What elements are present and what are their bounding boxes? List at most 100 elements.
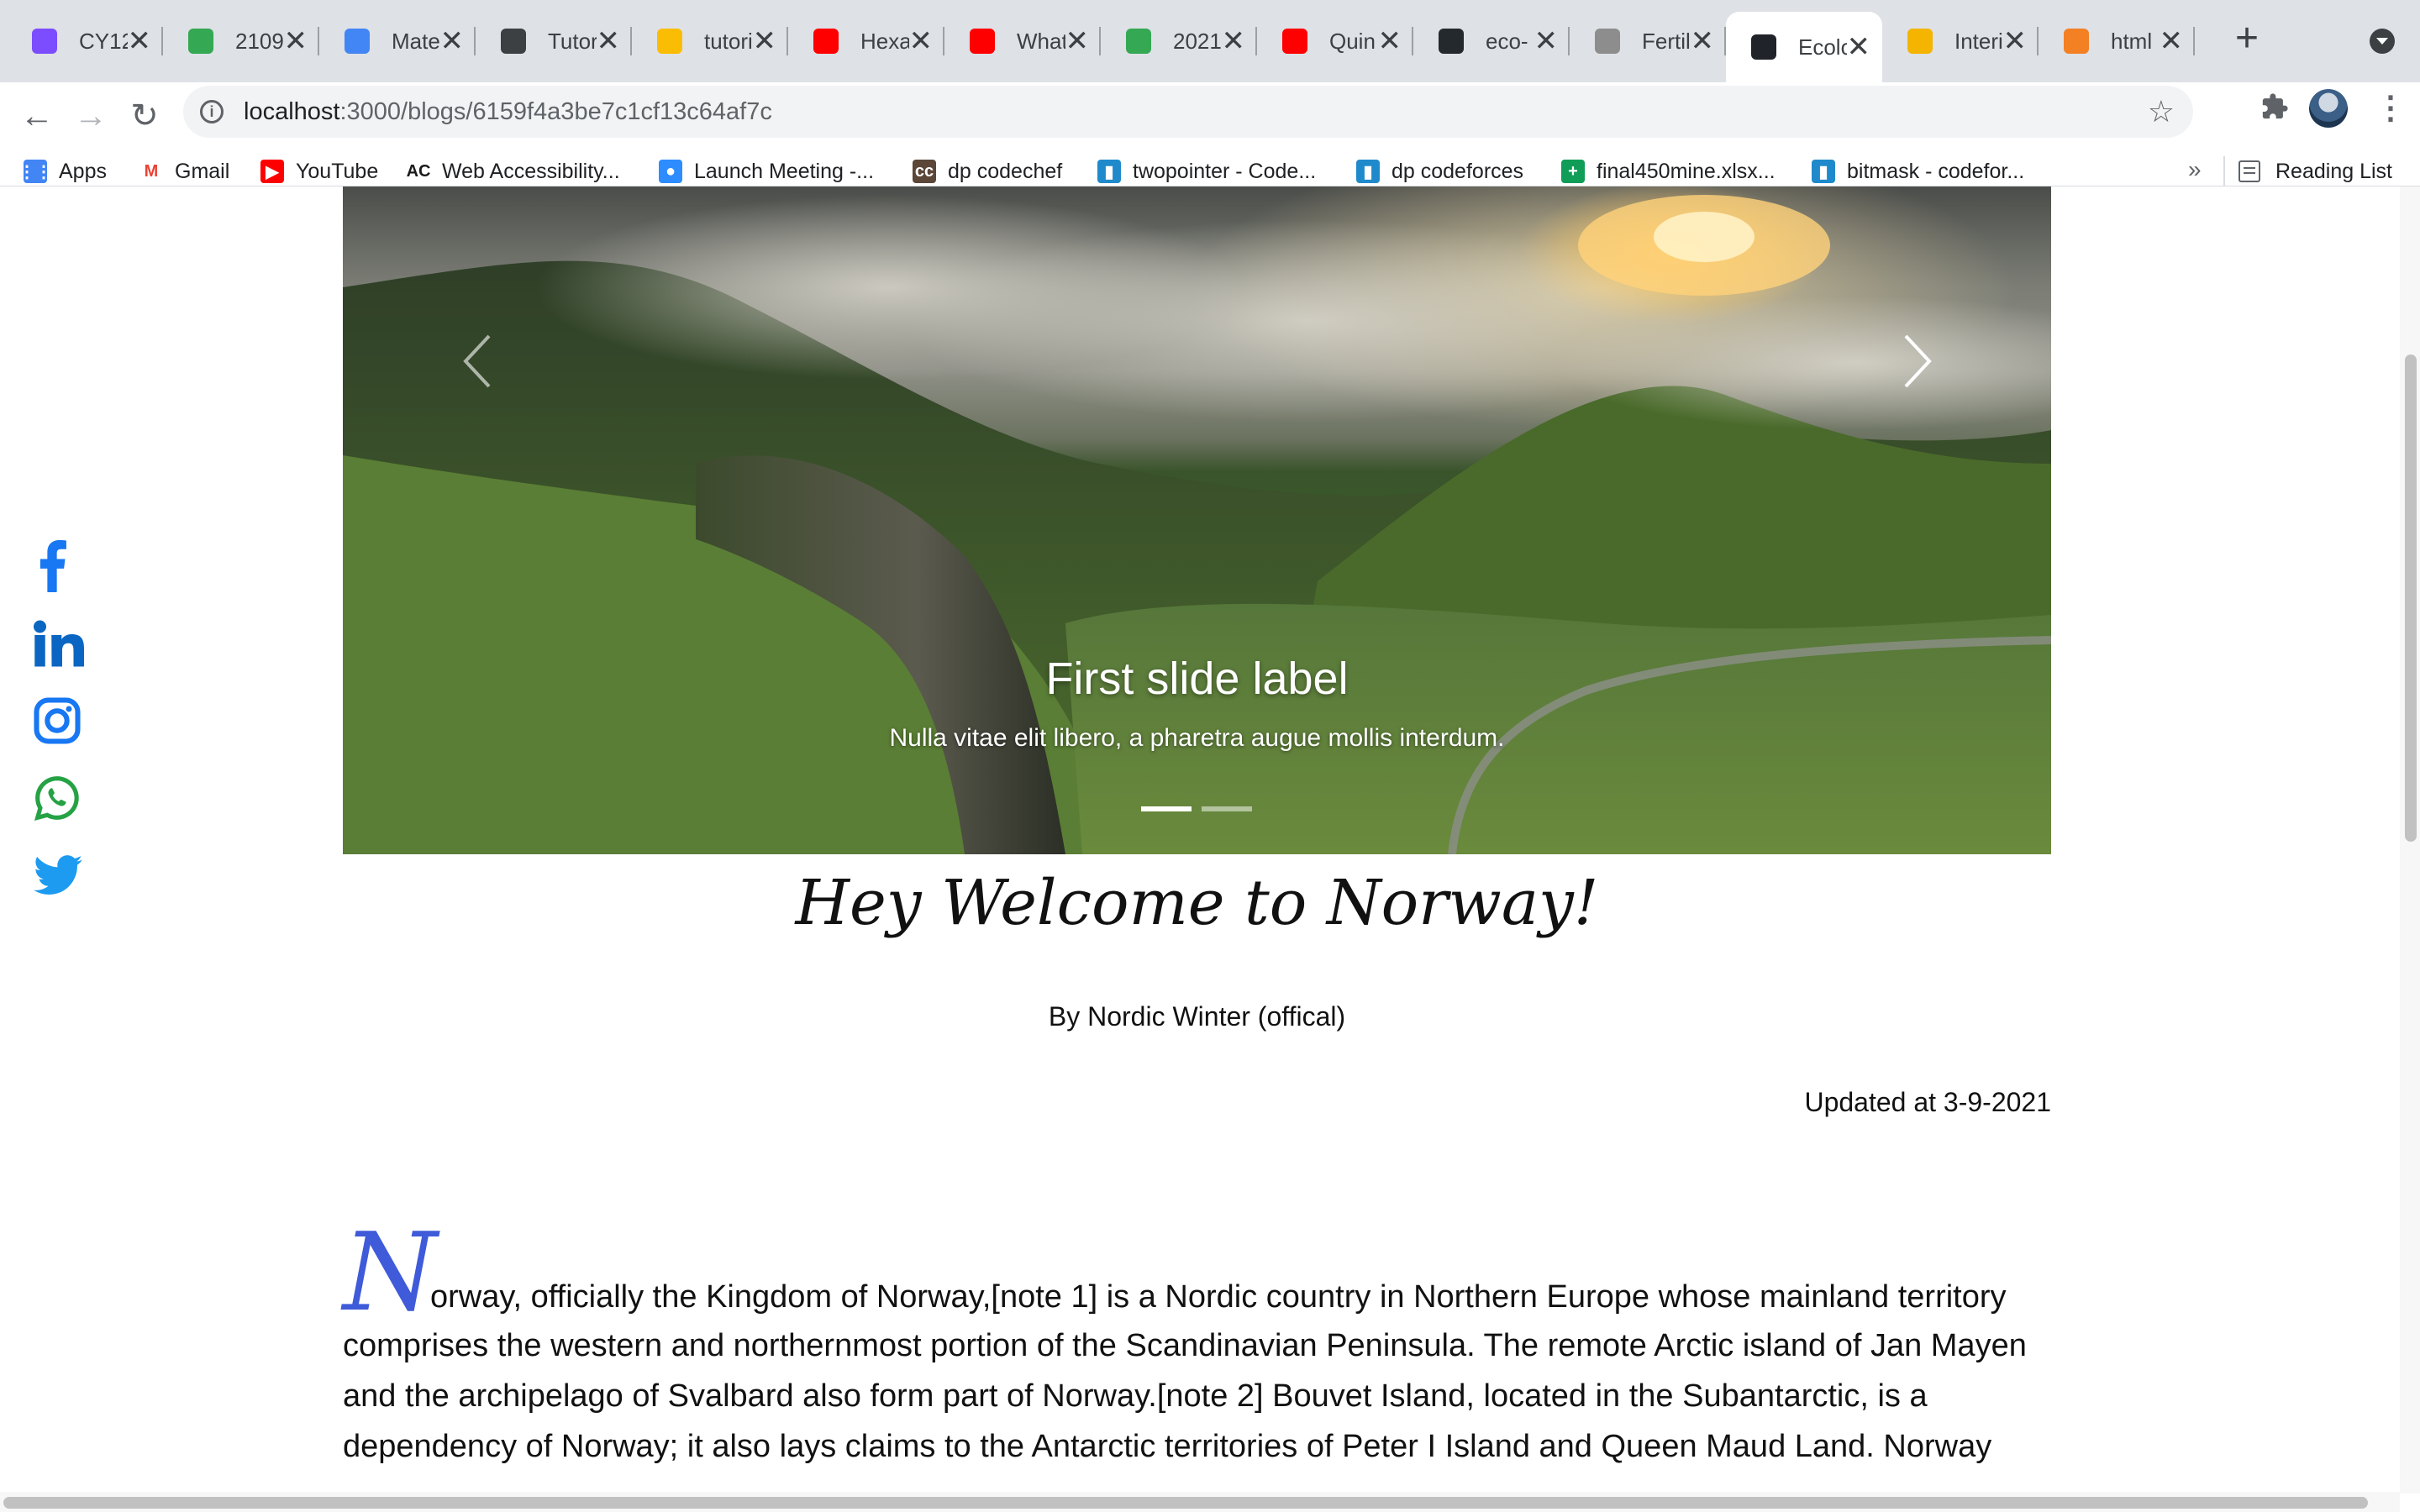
browser-tab[interactable]: html ✕ xyxy=(2039,12,2195,71)
profile-avatar[interactable] xyxy=(2309,89,2348,128)
tab-title: Quin xyxy=(1329,28,1376,54)
youtube-icon xyxy=(970,29,995,54)
vertical-scroll-thumb[interactable] xyxy=(2405,354,2417,842)
reload-icon[interactable]: ↻ xyxy=(119,99,170,133)
browser-menu-icon[interactable]: ⋮ xyxy=(2375,89,2407,127)
browser-tab[interactable]: 2109 ✕ xyxy=(163,12,319,71)
tab-title: Interi xyxy=(1954,28,2003,54)
codeforces-icon: ▮ xyxy=(1356,160,1380,183)
horizontal-scroll-thumb[interactable] xyxy=(3,1497,2368,1509)
browser-tab[interactable]: 2021 ✕ xyxy=(1101,12,1257,71)
stackoverflow-icon xyxy=(2064,29,2089,54)
tab-title: What xyxy=(1017,28,1065,54)
tab-close-icon[interactable]: ✕ xyxy=(2003,27,2028,55)
extensions-icon[interactable] xyxy=(2260,92,2289,129)
facebook-icon[interactable] xyxy=(34,528,92,605)
github-icon xyxy=(1439,29,1464,54)
bookmark-label: final450mine.xlsx... xyxy=(1597,159,1776,183)
tab-close-icon[interactable]: ✕ xyxy=(1691,27,1715,55)
browser-tab[interactable]: Tutor ✕ xyxy=(476,12,632,71)
carousel-indicator-2[interactable] xyxy=(1202,806,1252,811)
google-drive-icon xyxy=(188,29,213,54)
article-first-line: N orway, officially the Kingdom of Norwa… xyxy=(343,1220,2051,1327)
bookmark-label: dp codechef xyxy=(948,159,1063,183)
tab-close-icon[interactable]: ✕ xyxy=(128,27,152,55)
sheets-icon: + xyxy=(1561,160,1585,183)
youtube-icon xyxy=(813,29,839,54)
carousel-prev-button[interactable] xyxy=(452,319,502,403)
url-text[interactable]: localhost:3000/blogs/6159f4a3be7c1cf13c6… xyxy=(244,98,772,126)
browser-tab[interactable]: Fertil ✕ xyxy=(1570,12,1726,71)
globe-icon xyxy=(1595,29,1620,54)
tab-strip: + CY12✕2109✕Mate✕Tutor✕tutori✕Hexa✕What✕… xyxy=(0,0,2420,82)
article-first-line-text: orway, officially the Kingdom of Norway,… xyxy=(430,1279,2007,1315)
bookmark-label: Apps xyxy=(59,159,107,183)
browser-tab[interactable]: Quin ✕ xyxy=(1257,12,1413,71)
tab-close-icon[interactable]: ✕ xyxy=(2160,27,2184,55)
address-bar[interactable]: i localhost:3000/blogs/6159f4a3be7c1cf13… xyxy=(183,86,2193,138)
zoom-icon: ● xyxy=(659,160,682,183)
tab-title: 2021 xyxy=(1173,28,1222,54)
tab-search-icon[interactable] xyxy=(2370,29,2395,54)
tab-title: Fertil xyxy=(1642,28,1691,54)
forward-icon[interactable]: → xyxy=(66,99,116,133)
url-host: localhost xyxy=(244,97,340,125)
carousel-indicator-1[interactable] xyxy=(1141,806,1192,811)
instagram-icon[interactable] xyxy=(34,682,92,759)
author-byline: By Nordic Winter (offical) xyxy=(1048,1001,1346,1032)
page-viewport: First slide label Nulla vitae elit liber… xyxy=(0,186,2420,1512)
browser-tab[interactable]: CY12✕ xyxy=(7,12,163,71)
tab-close-icon[interactable]: ✕ xyxy=(597,27,621,55)
tab-title: Ecolo xyxy=(1798,34,1847,60)
vertical-scrollbar[interactable] xyxy=(2400,186,2420,1494)
new-tab-button[interactable]: + xyxy=(2235,18,2259,59)
back-icon[interactable]: ← xyxy=(12,99,62,133)
tab-close-icon[interactable]: ✕ xyxy=(1378,27,1402,55)
tab-close-icon[interactable]: ✕ xyxy=(753,27,777,55)
tab-close-icon[interactable]: ✕ xyxy=(1847,33,1871,61)
tab-close-icon[interactable]: ✕ xyxy=(284,27,308,55)
bookmark-label: twopointer - Code... xyxy=(1133,159,1317,183)
article-paragraph: comprises the western and northernmost p… xyxy=(343,1328,2027,1464)
linkedin-icon[interactable] xyxy=(34,605,92,682)
reading-list-label: Reading List xyxy=(2275,159,2392,183)
codeforces-icon: ▮ xyxy=(1812,160,1835,183)
site-info-icon[interactable]: i xyxy=(200,100,224,123)
updated-date: Updated at 3-9-2021 xyxy=(1804,1087,2051,1117)
more-bookmarks-icon[interactable]: » xyxy=(2188,156,2202,183)
tab-close-icon[interactable]: ✕ xyxy=(1065,27,1090,55)
bookmarks-divider xyxy=(2223,156,2225,186)
horizontal-scrollbar[interactable] xyxy=(0,1492,2400,1512)
tab-close-icon[interactable]: ✕ xyxy=(440,27,465,55)
carousel-next-button[interactable] xyxy=(1892,319,1943,403)
bookmark-label: Gmail xyxy=(175,159,230,183)
twitter-icon[interactable] xyxy=(34,837,92,914)
browser-tab[interactable]: Hexa ✕ xyxy=(788,12,944,71)
contact-card-icon xyxy=(501,29,526,54)
browser-tab[interactable]: Ecolo✕ xyxy=(1726,12,1882,82)
tab-title: html xyxy=(2111,28,2153,54)
youtube-icon xyxy=(1282,29,1307,54)
tab-title: tutori xyxy=(704,28,753,54)
gmail-icon: M xyxy=(144,161,159,181)
bookmark-label: Web Accessibility... xyxy=(442,159,620,183)
google-classroom-icon xyxy=(345,29,370,54)
tab-title: Tutor xyxy=(548,28,597,54)
tab-close-icon[interactable]: ✕ xyxy=(1534,27,1559,55)
browser-tab[interactable]: What ✕ xyxy=(944,12,1101,71)
slide-caption-title: First slide label xyxy=(1045,654,1349,704)
browser-tab[interactable]: Mate ✕ xyxy=(319,12,476,71)
tab-close-icon[interactable]: ✕ xyxy=(909,27,934,55)
tab-title: eco- xyxy=(1486,28,1528,54)
tab-title: 2109 xyxy=(235,28,284,54)
bookmark-star-icon[interactable]: ☆ xyxy=(2148,94,2175,129)
browser-tab[interactable]: tutori ✕ xyxy=(632,12,788,71)
carousel-indicators xyxy=(1141,806,1252,811)
tab-close-icon[interactable]: ✕ xyxy=(1222,27,1246,55)
browser-tab[interactable]: eco- ✕ xyxy=(1413,12,1570,71)
social-share-bar xyxy=(34,528,92,914)
browser-tab[interactable]: Interi ✕ xyxy=(1882,12,2039,71)
chevron-right-icon xyxy=(1904,334,1932,388)
whatsapp-icon[interactable] xyxy=(34,759,92,837)
react-icon xyxy=(1751,34,1776,60)
